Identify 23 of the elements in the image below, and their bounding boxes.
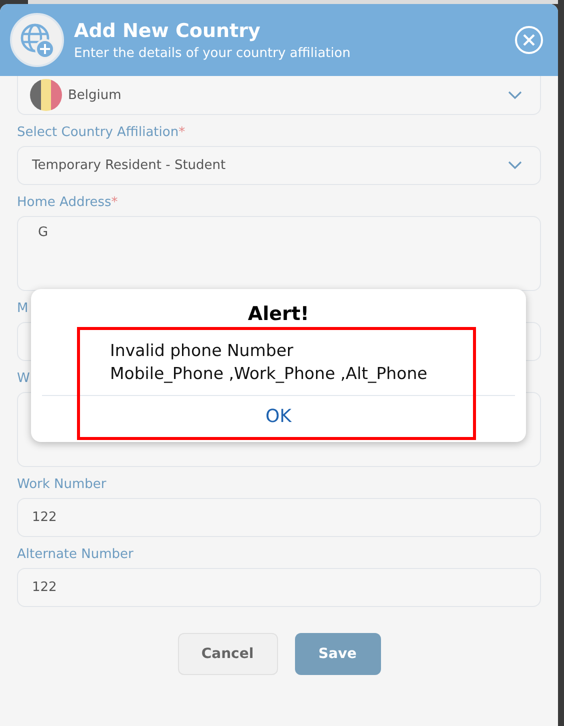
- field-label: Alternate Number: [17, 547, 134, 562]
- field-label: Home Address*: [17, 195, 118, 210]
- input-field[interactable]: 122: [17, 568, 541, 607]
- field-label: Select Country Affiliation*: [17, 125, 186, 140]
- field-label: Work Number: [17, 477, 106, 492]
- text-area[interactable]: G: [17, 216, 541, 291]
- field-label: M: [17, 301, 28, 316]
- alert-message: Mobile_Phone ,Work_Phone ,Alt_Phone: [110, 363, 428, 385]
- cancel-button[interactable]: Cancel: [178, 633, 278, 675]
- flag-icon: [30, 79, 62, 111]
- dialog-title: Add New Country: [74, 20, 262, 42]
- close-icon[interactable]: [514, 25, 544, 55]
- alert-message: Invalid phone Number: [110, 340, 294, 362]
- input-field[interactable]: 122: [17, 498, 541, 537]
- alert-title: Alert!: [248, 303, 310, 325]
- ok-button[interactable]: OK: [258, 406, 300, 427]
- dialog-subtitle: Enter the details of your country affiliation: [74, 46, 352, 60]
- country-dropdown[interactable]: Belgium: [17, 76, 541, 115]
- chevron-down-icon: [508, 161, 522, 170]
- field-label: W: [17, 371, 30, 386]
- globe-add-icon: [10, 13, 64, 67]
- chevron-down-icon: [508, 90, 522, 100]
- select-dropdown[interactable]: Temporary Resident - Student: [17, 146, 541, 185]
